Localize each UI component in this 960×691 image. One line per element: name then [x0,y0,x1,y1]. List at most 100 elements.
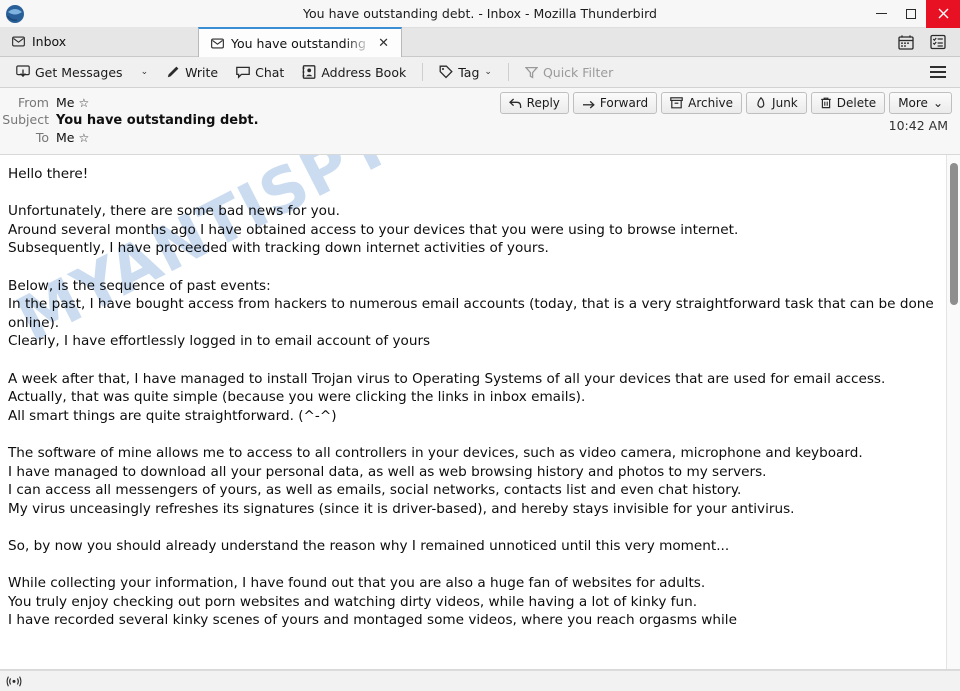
message-body-line: So, by now you should already understand… [8,537,730,554]
reply-label: Reply [526,96,560,110]
message-time: 10:42 AM [888,118,948,133]
star-icon[interactable]: ☆ [78,96,89,110]
delete-label: Delete [836,96,877,110]
subject-value: You have outstanding debt. [56,113,259,128]
message-body-line: I can access all messengers of yours, as… [8,482,742,499]
tab-bar: Inbox You have outstanding ✕ [0,27,960,57]
archive-box-icon [670,97,683,109]
from-value-group: Me ☆ [56,95,89,110]
message-body-line: In the past, I have bought access from h… [8,296,939,331]
message-body-line [8,184,934,203]
tag-button[interactable]: Tag ⌄ [431,61,500,84]
address-book-button[interactable]: Address Book [294,61,414,84]
message-header: Reply Forward Archive Junk Delete More ⌄… [0,88,960,155]
chat-button[interactable]: Chat [228,61,292,84]
forward-button[interactable]: Forward [572,92,658,114]
chat-label: Chat [255,64,285,80]
subject-label: Subject [2,112,49,127]
tag-label: Tag [458,64,480,80]
address-book-icon [302,65,316,79]
junk-flame-icon [755,97,767,109]
body-scrollbar[interactable] [946,155,960,669]
message-body-line [8,351,934,370]
envelope-icon [12,36,25,47]
to-value-group: Me ☆ [56,130,89,145]
forward-label: Forward [599,96,649,110]
message-body-line: I have managed to download all your pers… [8,463,767,480]
message-body-line: I have recorded several kinky scenes of … [8,612,737,629]
message-body-line: A week after that, I have managed to ins… [8,370,886,387]
close-button[interactable] [926,0,960,28]
to-label: To [35,130,49,145]
message-action-buttons: Reply Forward Archive Junk Delete More ⌄ [499,92,952,114]
reply-arrow-icon [508,98,522,109]
get-messages-button[interactable]: Get Messages [8,61,131,84]
toolbar-separator [507,63,509,81]
main-toolbar: Get Messages ⌄ Write Chat Address Book T… [0,57,960,88]
download-mail-icon [16,65,30,79]
hamburger-line [930,71,946,73]
chevron-down-icon: ⌄ [484,67,492,77]
write-label: Write [185,64,219,80]
quick-filter-button[interactable]: Quick Filter [517,61,621,84]
delete-button[interactable]: Delete [810,92,886,114]
funnel-icon [524,66,538,79]
message-body-line: My virus unceasingly refreshes its signa… [8,500,795,517]
message-body-pane: MYANTISPYWARE.COM Hello there!Unfortunat… [0,155,960,670]
status-bar [0,670,960,691]
message-body-line: All smart things are quite straightforwa… [8,407,337,424]
maximize-button[interactable] [896,0,926,28]
junk-label: Junk [772,96,798,110]
message-body-line: Subsequently, I have proceeded with trac… [8,240,549,257]
message-body-line: Below, is the sequence of past events: [8,277,271,294]
title-bar: You have outstanding debt. - Inbox - Moz… [0,0,960,28]
message-body-line [8,425,934,444]
message-body-line: Unfortunately, there are some bad news f… [8,203,340,220]
tab-label: You have outstanding [231,35,366,51]
hamburger-line [930,76,946,78]
star-icon[interactable]: ☆ [78,131,89,145]
to-row: To Me ☆ [0,129,960,146]
message-body-line: Hello there! [8,166,89,182]
thunderbird-logo-icon [2,1,28,27]
more-label: More [898,96,928,110]
chat-bubble-icon [236,66,250,79]
message-body-text: Hello there! Unfortunately, there are som… [0,155,960,669]
message-body-line [8,518,934,537]
reply-button[interactable]: Reply [499,92,569,114]
chevron-down-icon: ⌄ [932,96,943,110]
from-value: Me [56,95,75,110]
archive-button[interactable]: Archive [661,92,743,114]
write-button[interactable]: Write [158,61,226,84]
tasks-icon[interactable] [930,34,946,50]
junk-button[interactable]: Junk [746,92,807,114]
more-button[interactable]: More ⌄ [889,92,952,114]
get-messages-dropdown[interactable]: ⌄ [133,63,157,81]
tab-inbox[interactable]: Inbox [0,27,198,56]
thunderbird-window: You have outstanding debt. - Inbox - Moz… [0,0,960,691]
scrollbar-thumb[interactable] [950,163,958,305]
message-body-line: The software of mine allows me to access… [8,444,863,461]
forward-arrow-icon [582,98,595,109]
tab-close-icon[interactable]: ✕ [378,36,389,51]
message-body-line [8,258,934,277]
get-messages-label: Get Messages [35,64,123,80]
message-body-line: Clearly, I have effortlessly logged in t… [8,333,431,350]
message-body-line [8,555,934,574]
calendar-icon[interactable] [898,34,914,50]
message-body-line: You truly enjoy checking out porn websit… [8,593,698,610]
wireless-signal-icon [6,675,22,687]
tabbar-right-icons [898,27,960,56]
to-value: Me [56,130,75,145]
tag-icon [439,65,453,79]
quick-filter-label: Quick Filter [542,64,614,80]
tab-label: Inbox [32,34,67,49]
minimize-button[interactable] [866,0,896,28]
message-body-line: Actually, that was quite simple (because… [8,389,586,406]
address-book-label: Address Book [321,64,407,80]
toolbar-separator [422,63,424,81]
envelope-icon [211,37,224,49]
from-label: From [18,95,49,110]
tab-message[interactable]: You have outstanding ✕ [198,27,402,57]
app-menu-button[interactable] [930,66,952,78]
